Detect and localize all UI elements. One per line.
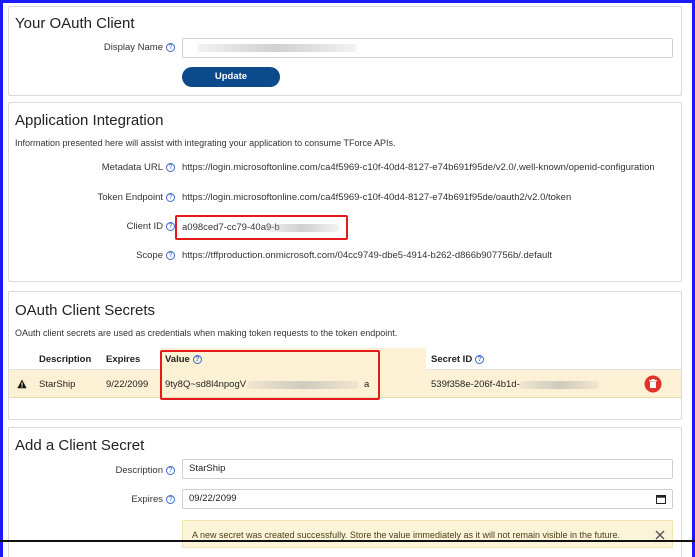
help-circle-icon[interactable]: ?	[166, 251, 175, 260]
display-name-label: Display Name?	[49, 42, 175, 53]
help-circle-icon[interactable]: ?	[166, 222, 175, 231]
secrets-description: OAuth client secrets are used as credent…	[15, 328, 398, 338]
secret-description: StarShip	[39, 379, 76, 390]
expires-label-text: Expires	[131, 494, 163, 505]
description-label: Description?	[49, 465, 175, 476]
help-circle-icon[interactable]: ?	[166, 163, 175, 172]
bottom-rule	[0, 540, 695, 542]
application-integration-card: Application Integration Information pres…	[8, 102, 682, 282]
col-secret-id-text: Secret ID	[431, 354, 473, 365]
display-name-redaction	[197, 44, 357, 52]
client-id-label-text: Client ID	[126, 221, 163, 232]
update-button[interactable]: Update	[182, 67, 280, 87]
client-id-label: Client ID?	[49, 221, 175, 232]
client-secrets-card: OAuth Client Secrets OAuth client secret…	[8, 291, 682, 420]
add-secret-card: Add a Client Secret Description? StarShi…	[8, 427, 682, 557]
help-circle-icon[interactable]: ?	[166, 495, 175, 504]
success-alert: A new secret was created successfully. S…	[182, 520, 673, 548]
secret-id-redaction	[519, 381, 599, 389]
integration-description: Information presented here will assist w…	[15, 138, 396, 148]
display-name-label-text: Display Name	[103, 42, 163, 53]
col-secret-id: Secret ID?	[431, 354, 485, 365]
warning-triangle-icon	[17, 379, 27, 389]
description-label-text: Description	[115, 465, 163, 476]
close-icon[interactable]	[655, 530, 665, 540]
metadata-url-label-text: Metadata URL	[101, 162, 163, 173]
oauth-client-title: Your OAuth Client	[15, 15, 135, 32]
token-endpoint-label: Token Endpoint?	[49, 192, 175, 203]
app-frame: Your OAuth Client Display Name? Update A…	[0, 0, 695, 557]
expires-input-value: 09/22/2099	[189, 493, 237, 504]
secrets-title: OAuth Client Secrets	[15, 302, 156, 319]
oauth-client-card: Your OAuth Client Display Name? Update	[8, 6, 682, 96]
token-endpoint-label-text: Token Endpoint	[97, 192, 164, 203]
scope-label-text: Scope	[136, 250, 163, 261]
token-endpoint-value: https://login.microsoftonline.com/ca4f59…	[182, 192, 572, 203]
secret-value-highlight	[160, 350, 380, 400]
expires-label: Expires?	[49, 494, 175, 505]
calendar-icon[interactable]	[656, 494, 666, 504]
description-input[interactable]: StarShip	[182, 459, 673, 479]
delete-circle-icon[interactable]	[644, 375, 662, 393]
help-circle-icon[interactable]: ?	[166, 43, 175, 52]
secret-id-start: 539f358e-206f-4b1d-	[431, 379, 520, 390]
help-circle-icon[interactable]: ?	[166, 466, 175, 475]
col-expires: Expires	[106, 354, 141, 365]
integration-title: Application Integration	[15, 112, 164, 129]
secret-expires: 9/22/2099	[106, 379, 149, 390]
description-input-value: StarShip	[189, 463, 226, 474]
metadata-url-value: https://login.microsoftonline.com/ca4f59…	[182, 162, 655, 173]
add-secret-title: Add a Client Secret	[15, 437, 145, 454]
help-circle-icon[interactable]: ?	[166, 193, 175, 202]
expires-date-input[interactable]: 09/22/2099	[182, 489, 673, 509]
client-id-highlight	[175, 215, 348, 240]
scope-value: https://tffproduction.onmicrosoft.com/04…	[182, 250, 553, 261]
success-alert-text: A new secret was created successfully. S…	[192, 530, 621, 540]
metadata-url-label: Metadata URL?	[49, 162, 175, 173]
help-circle-icon[interactable]: ?	[475, 355, 485, 364]
scope-label: Scope?	[49, 250, 175, 261]
col-description: Description	[39, 354, 92, 365]
